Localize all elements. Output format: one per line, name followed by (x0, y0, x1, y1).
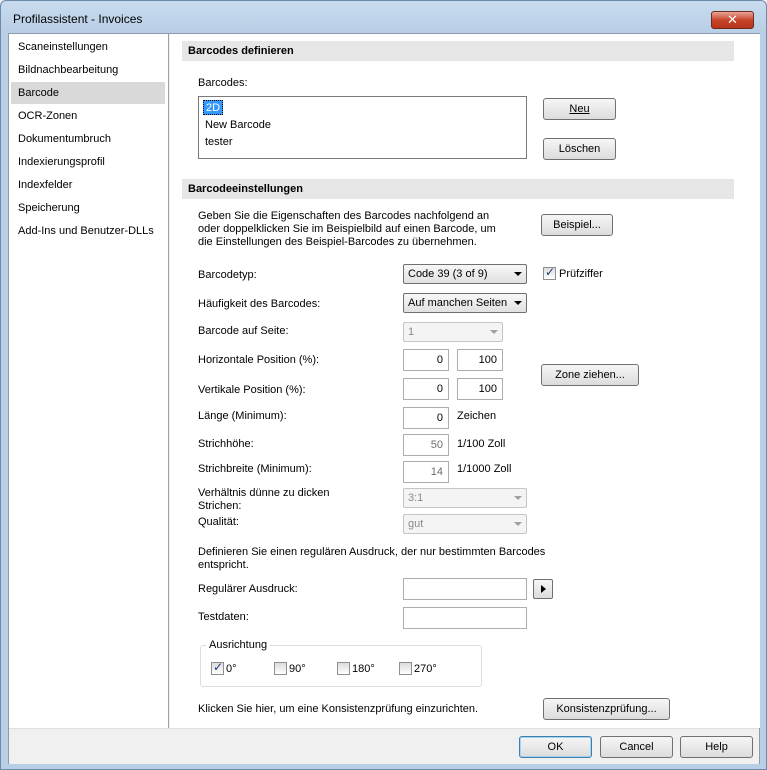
list-item[interactable]: New Barcode (203, 118, 273, 133)
consistency-button[interactable]: Konsistenzprüfung... (543, 698, 670, 720)
sidebar: Scaneinstellungen Bildnachbearbeitung Ba… (9, 34, 169, 728)
sidebar-item-ocr-zonen[interactable]: OCR-Zonen (11, 105, 165, 127)
ratio-value: 3:1 (408, 492, 424, 504)
page-label: Barcode auf Seite: (198, 325, 289, 337)
vpos-from-input[interactable]: 0 (403, 378, 449, 400)
main-panel: Barcodes definieren Barcodes: 2D New Bar… (170, 34, 760, 728)
barcodes-listbox[interactable]: 2D New Barcode tester (198, 96, 527, 159)
orientation-0-checkbox[interactable] (211, 660, 224, 675)
vpos-label: Vertikale Position (%): (198, 384, 306, 396)
sidebar-item-indexierungsprofil[interactable]: Indexierungsprofil (11, 151, 165, 173)
bar-height-input[interactable]: 50 (403, 434, 449, 456)
example-button-label: Beispiel... (553, 219, 601, 231)
orientation-270-checkbox[interactable] (399, 662, 412, 675)
bar-height-label: Strichhöhe: (198, 438, 254, 450)
sidebar-item-dokumentumbruch[interactable]: Dokumentumbruch (11, 128, 165, 150)
ratio-label-line1: Verhältnis dünne zu dicken (198, 487, 330, 499)
length-input[interactable]: 0 (403, 407, 449, 429)
sidebar-item-speicherung[interactable]: Speicherung (11, 197, 165, 219)
list-item[interactable]: 2D (203, 100, 224, 115)
checksum-label: Prüfziffer (559, 268, 603, 280)
ratio-select[interactable]: 3:1 (403, 488, 527, 508)
play-arrow-icon[interactable] (533, 579, 553, 599)
barcodes-list-label: Barcodes: (198, 77, 248, 89)
window-title: Profilassistent - Invoices (13, 12, 143, 26)
orientation-180-checkbox[interactable] (337, 662, 350, 675)
new-button-label: Neu (569, 103, 590, 115)
chevron-down-icon (490, 330, 498, 334)
quality-value: gut (408, 518, 424, 530)
consistency-button-label: Konsistenzprüfung... (556, 703, 657, 715)
regex-input[interactable] (403, 578, 527, 600)
hpos-from-input[interactable]: 0 (403, 349, 449, 371)
settings-description-line3: die Einstellungen des Beispiel-Barcodes … (198, 236, 477, 248)
regex-label: Regulärer Ausdruck: (198, 583, 298, 595)
orientation-270-label: 270° (414, 663, 437, 675)
close-button[interactable]: ✕ (711, 11, 754, 29)
draw-zone-label: Zone ziehen... (555, 369, 625, 381)
example-button[interactable]: Beispiel... (541, 214, 613, 236)
orientation-90-label: 90° (289, 663, 306, 675)
hpos-label: Horizontale Position (%): (198, 354, 320, 366)
regex-description-line2: entspricht. (198, 559, 249, 571)
bar-width-unit: 1/1000 Zoll (457, 463, 512, 475)
page-select[interactable]: 1 (403, 322, 503, 342)
list-item[interactable]: tester (203, 135, 235, 150)
testdata-input[interactable] (403, 607, 527, 629)
dialog-window: Profilassistent - Invoices ✕ Scaneinstel… (0, 0, 767, 770)
barcode-type-label: Barcodetyp: (198, 269, 257, 281)
quality-label: Qualität: (198, 516, 239, 528)
vpos-to-input[interactable]: 100 (457, 378, 503, 400)
barcode-type-select[interactable]: Code 39 (3 of 9) (403, 264, 527, 284)
testdata-label: Testdaten: (198, 611, 249, 623)
section-header-settings: Barcodeeinstellungen (182, 179, 734, 199)
cancel-button[interactable]: Cancel (600, 736, 673, 758)
settings-description-line2: oder doppelklicken Sie im Beispielbild a… (198, 223, 496, 235)
sidebar-item-indexfelder[interactable]: Indexfelder (11, 174, 165, 196)
draw-zone-button[interactable]: Zone ziehen... (541, 364, 639, 386)
section-header-define: Barcodes definieren (182, 41, 734, 61)
hpos-to-input[interactable]: 100 (457, 349, 503, 371)
frequency-label: Häufigkeit des Barcodes: (198, 298, 321, 310)
length-unit: Zeichen (457, 410, 497, 422)
chevron-down-icon (514, 496, 522, 500)
chevron-down-icon (514, 272, 522, 276)
new-button[interactable]: Neu (543, 98, 616, 120)
page-value: 1 (408, 326, 415, 338)
settings-description-line1: Geben Sie die Eigenschaften des Barcodes… (198, 210, 490, 222)
bar-width-label: Strichbreite (Minimum): (198, 463, 312, 475)
consistency-text: Klicken Sie hier, um eine Konsistenzprüf… (198, 703, 479, 715)
checksum-checkbox[interactable] (543, 265, 556, 280)
orientation-groupbox: Ausrichtung 0° 90° 180° 270° (200, 639, 482, 687)
client-area: Scaneinstellungen Bildnachbearbeitung Ba… (8, 33, 760, 764)
sidebar-item-add-ins[interactable]: Add-Ins und Benutzer-DLLs (11, 220, 165, 242)
sidebar-item-barcode[interactable]: Barcode (11, 82, 165, 104)
sidebar-item-bildnachbearbeitung[interactable]: Bildnachbearbeitung (11, 59, 165, 81)
delete-button[interactable]: Löschen (543, 138, 616, 160)
orientation-90-checkbox[interactable] (274, 662, 287, 675)
frequency-select[interactable]: Auf manchen Seiten (403, 293, 527, 313)
ok-button[interactable]: OK (519, 736, 592, 758)
regex-description-line1: Definieren Sie einen regulären Ausdruck,… (198, 546, 546, 558)
barcode-type-value: Code 39 (3 of 9) (408, 268, 488, 280)
help-button[interactable]: Help (680, 736, 753, 758)
sidebar-item-scaneinstellungen[interactable]: Scaneinstellungen (11, 36, 165, 58)
orientation-0-label: 0° (226, 663, 237, 675)
orientation-title: Ausrichtung (206, 639, 271, 651)
quality-select[interactable]: gut (403, 514, 527, 534)
bar-height-unit: 1/100 Zoll (457, 438, 506, 450)
frequency-value: Auf manchen Seiten (408, 297, 508, 309)
length-label: Länge (Minimum): (198, 410, 287, 422)
chevron-down-icon (514, 522, 522, 526)
delete-button-label: Löschen (558, 143, 601, 155)
orientation-180-label: 180° (352, 663, 375, 675)
ratio-label-line2: Strichen: (198, 500, 242, 512)
chevron-down-icon (514, 301, 522, 305)
title-bar[interactable]: Profilassistent - Invoices ✕ (1, 1, 766, 31)
dialog-footer: OK Cancel Help (9, 728, 759, 764)
bar-width-input[interactable]: 14 (403, 461, 449, 483)
